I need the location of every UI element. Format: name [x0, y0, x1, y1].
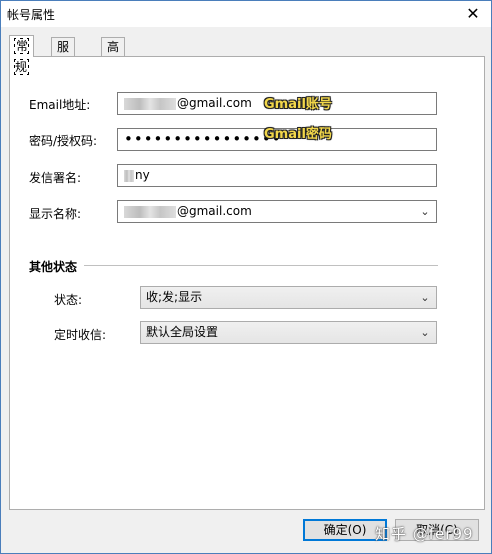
- redacted-blur: [124, 97, 176, 110]
- redacted-blur: [124, 205, 176, 218]
- status-select[interactable]: 收;发;显示 ⌄: [140, 286, 437, 309]
- display-name-value: @gmail.com: [177, 204, 252, 218]
- status-label: 状态:: [54, 293, 83, 307]
- password-label: 密码/授权码:: [29, 134, 98, 148]
- password-value: ••••••••••••••••: [124, 130, 282, 148]
- tab-server[interactable]: 服务器: [51, 37, 76, 90]
- schedule-value: 默认全局设置: [146, 325, 219, 339]
- title-bar: 帐号属性 ✕: [1, 1, 491, 27]
- account-properties-dialog: 帐号属性 ✕ 常规 服务器 高级 Email地址: @gmail.com Gma…: [0, 0, 492, 554]
- watermark: 知乎 @fer99: [375, 525, 474, 543]
- email-value: @gmail.com: [177, 96, 252, 110]
- chevron-down-icon[interactable]: ⌄: [418, 287, 432, 308]
- email-annotation: Gmail账号: [264, 97, 332, 112]
- tab-advanced[interactable]: 高级: [101, 37, 126, 72]
- window-title: 帐号属性: [7, 8, 56, 22]
- status-value: 收;发;显示: [146, 290, 203, 304]
- tab-general-label: 常规: [13, 38, 30, 75]
- signature-label: 发信署名:: [29, 171, 82, 185]
- group-divider: [84, 265, 438, 266]
- chevron-down-icon[interactable]: ⌄: [418, 322, 432, 343]
- password-annotation: Gmail密码: [264, 127, 332, 142]
- schedule-select[interactable]: 默认全局设置 ⌄: [140, 321, 437, 344]
- chevron-down-icon[interactable]: ⌄: [418, 201, 432, 222]
- general-panel: Email地址: @gmail.com Gmail账号 密码/授权码: ••••…: [9, 56, 485, 510]
- signature-field[interactable]: ny: [117, 164, 437, 187]
- display-name-combo[interactable]: @gmail.com ⌄: [117, 200, 437, 223]
- redacted-blur: [124, 169, 134, 182]
- schedule-label: 定时收信:: [54, 328, 107, 342]
- other-status-title: 其他状态: [29, 260, 78, 274]
- signature-value: ny: [135, 168, 150, 182]
- email-label: Email地址:: [29, 98, 91, 112]
- tab-general[interactable]: 常规: [9, 35, 35, 75]
- close-icon[interactable]: ✕: [455, 1, 491, 27]
- display-name-label: 显示名称:: [29, 207, 82, 221]
